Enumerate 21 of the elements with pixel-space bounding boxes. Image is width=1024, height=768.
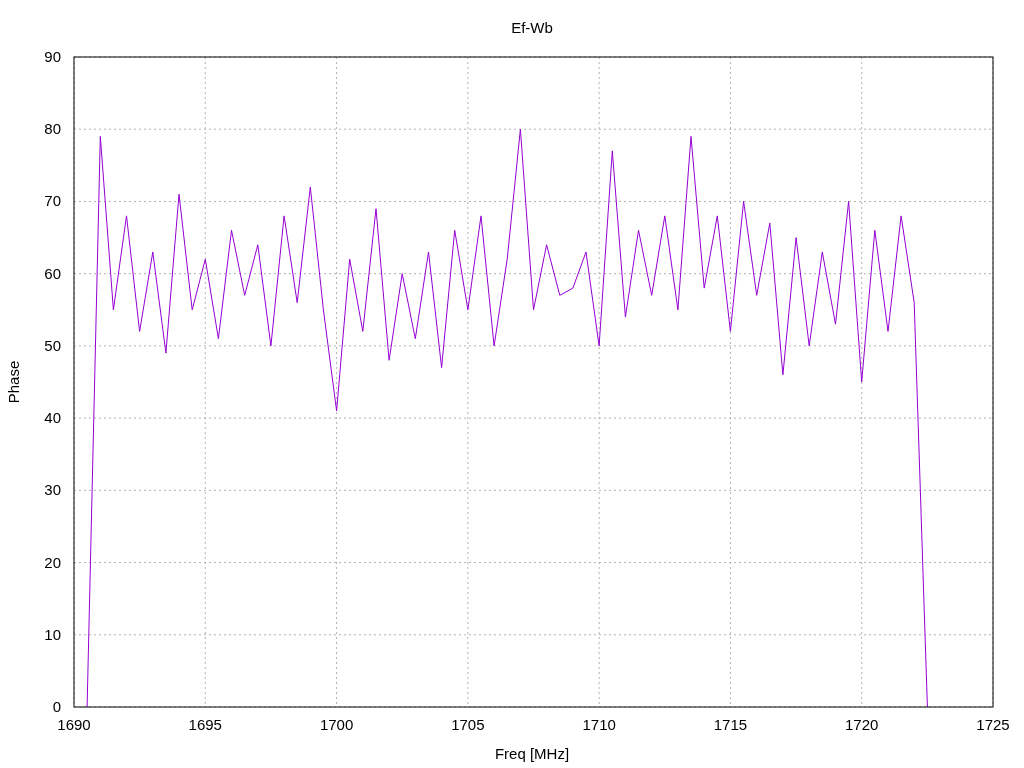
tick-label: 1725 [976,716,1010,733]
tick-label: 1695 [188,716,222,733]
tick-label: 80 [44,120,61,138]
tick-label: 0 [52,698,61,715]
y-axis-label: Phase [5,360,22,404]
chart-title: Ef-Wb [511,19,553,36]
tick-label: 10 [44,625,61,643]
tick-label: 1690 [57,716,91,733]
tick-label: 1715 [713,716,748,733]
tick-label: 90 [44,48,61,65]
tick-label: 1705 [451,716,485,733]
tick-label: 1720 [845,716,879,733]
tick-label: 50 [44,336,61,354]
tick-label: 1710 [582,716,616,733]
tick-label: 40 [44,409,61,427]
x-axis-label: Freq [MHz] [494,745,570,762]
tick-label: 20 [44,553,61,571]
tick-label: 1700 [319,716,354,733]
tick-label: 30 [44,481,61,499]
tick-label: 70 [44,192,61,210]
tick-label: 60 [44,264,61,282]
